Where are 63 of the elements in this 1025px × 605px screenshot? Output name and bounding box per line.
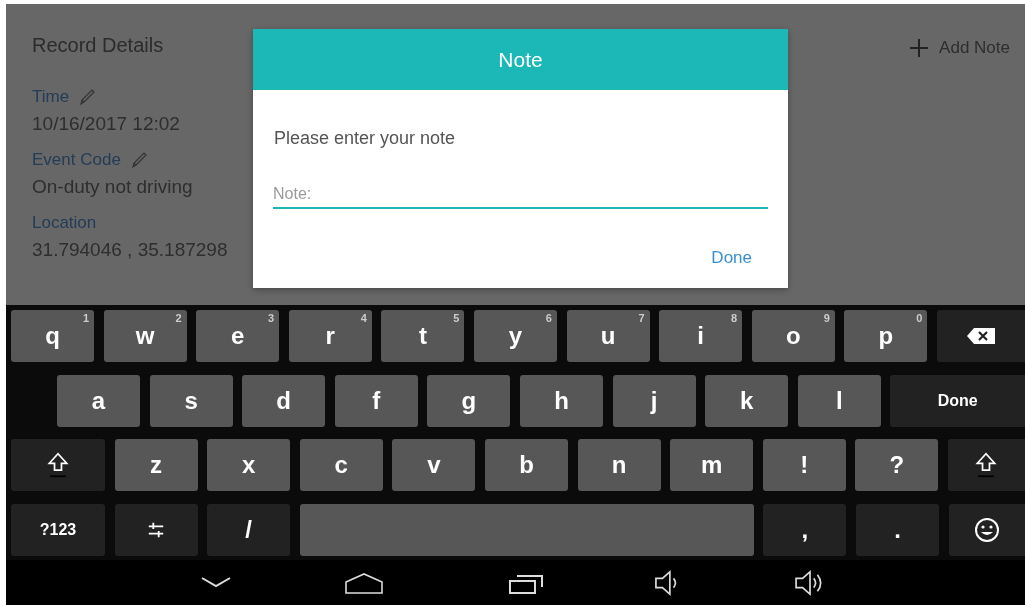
key[interactable]: !	[762, 439, 846, 491]
key-hint: 9	[823, 312, 830, 324]
key-hint: 3	[268, 312, 275, 324]
field-value: On-duty not driving	[32, 176, 193, 198]
dialog-title: Note	[253, 29, 788, 90]
shift-key[interactable]	[11, 439, 105, 491]
key[interactable]: i 8	[659, 310, 743, 362]
settings-key[interactable]	[114, 503, 198, 556]
key-hint: 8	[731, 312, 738, 324]
key[interactable]: .	[855, 503, 939, 556]
key[interactable]: /	[207, 503, 291, 556]
key[interactable]: u 7	[566, 310, 650, 362]
key[interactable]: x	[207, 439, 291, 491]
key[interactable]: g	[427, 374, 511, 427]
key[interactable]: r 4	[288, 310, 372, 362]
symbols-key[interactable]: ?123	[11, 503, 105, 556]
note-input-field[interactable]: Note:	[273, 183, 768, 209]
backspace-key[interactable]	[936, 310, 1025, 362]
key[interactable]: e 3	[196, 310, 280, 362]
key[interactable]: z	[114, 439, 198, 491]
field-label: Time	[32, 87, 70, 107]
key[interactable]: w 2	[103, 310, 187, 362]
key[interactable]: d	[242, 374, 326, 427]
field-value: 31.794046 , 35.187298	[32, 239, 228, 261]
key-hint: 0	[916, 312, 923, 324]
key-hint: 5	[453, 312, 460, 324]
key[interactable]: k	[705, 374, 789, 427]
plus-icon	[909, 38, 930, 58]
dialog-message: Please enter your note	[274, 128, 457, 149]
shift-icon	[974, 452, 999, 478]
field-label: Event Code	[32, 150, 121, 170]
key[interactable]: y 6	[473, 310, 557, 362]
key[interactable]: n	[577, 439, 661, 491]
key[interactable]: t 5	[381, 310, 465, 362]
key[interactable]: f	[334, 374, 418, 427]
key-hint: 4	[360, 312, 367, 324]
emoji-icon	[973, 516, 1000, 543]
key[interactable]: j	[612, 374, 696, 427]
key-hint: 6	[545, 312, 552, 324]
key[interactable]: v	[392, 439, 476, 491]
key[interactable]: h	[519, 374, 603, 427]
key[interactable]: s	[149, 374, 233, 427]
key[interactable]: m	[670, 439, 754, 491]
field-label: Location	[32, 213, 97, 233]
space-key[interactable]	[299, 503, 754, 556]
key[interactable]: l	[797, 374, 881, 427]
key-hint: 2	[175, 312, 182, 324]
key-hint: 1	[82, 312, 89, 324]
key[interactable]: ,	[763, 503, 847, 556]
page-title: Record Details	[32, 34, 164, 57]
done-key[interactable]: Done	[890, 374, 1025, 427]
key[interactable]: ?	[855, 439, 939, 491]
key[interactable]: o 9	[751, 310, 835, 362]
key[interactable]: p 0	[844, 310, 928, 362]
key[interactable]: q 1	[11, 310, 94, 362]
emoji-key[interactable]	[948, 503, 1025, 556]
key[interactable]: b	[484, 439, 568, 491]
shift-key[interactable]	[947, 439, 1025, 491]
shift-icon	[46, 452, 70, 478]
key-hint: 7	[638, 312, 645, 324]
key[interactable]: c	[299, 439, 383, 491]
key[interactable]: a	[57, 374, 140, 427]
field-value: 10/16/2017 12:02	[32, 113, 180, 135]
